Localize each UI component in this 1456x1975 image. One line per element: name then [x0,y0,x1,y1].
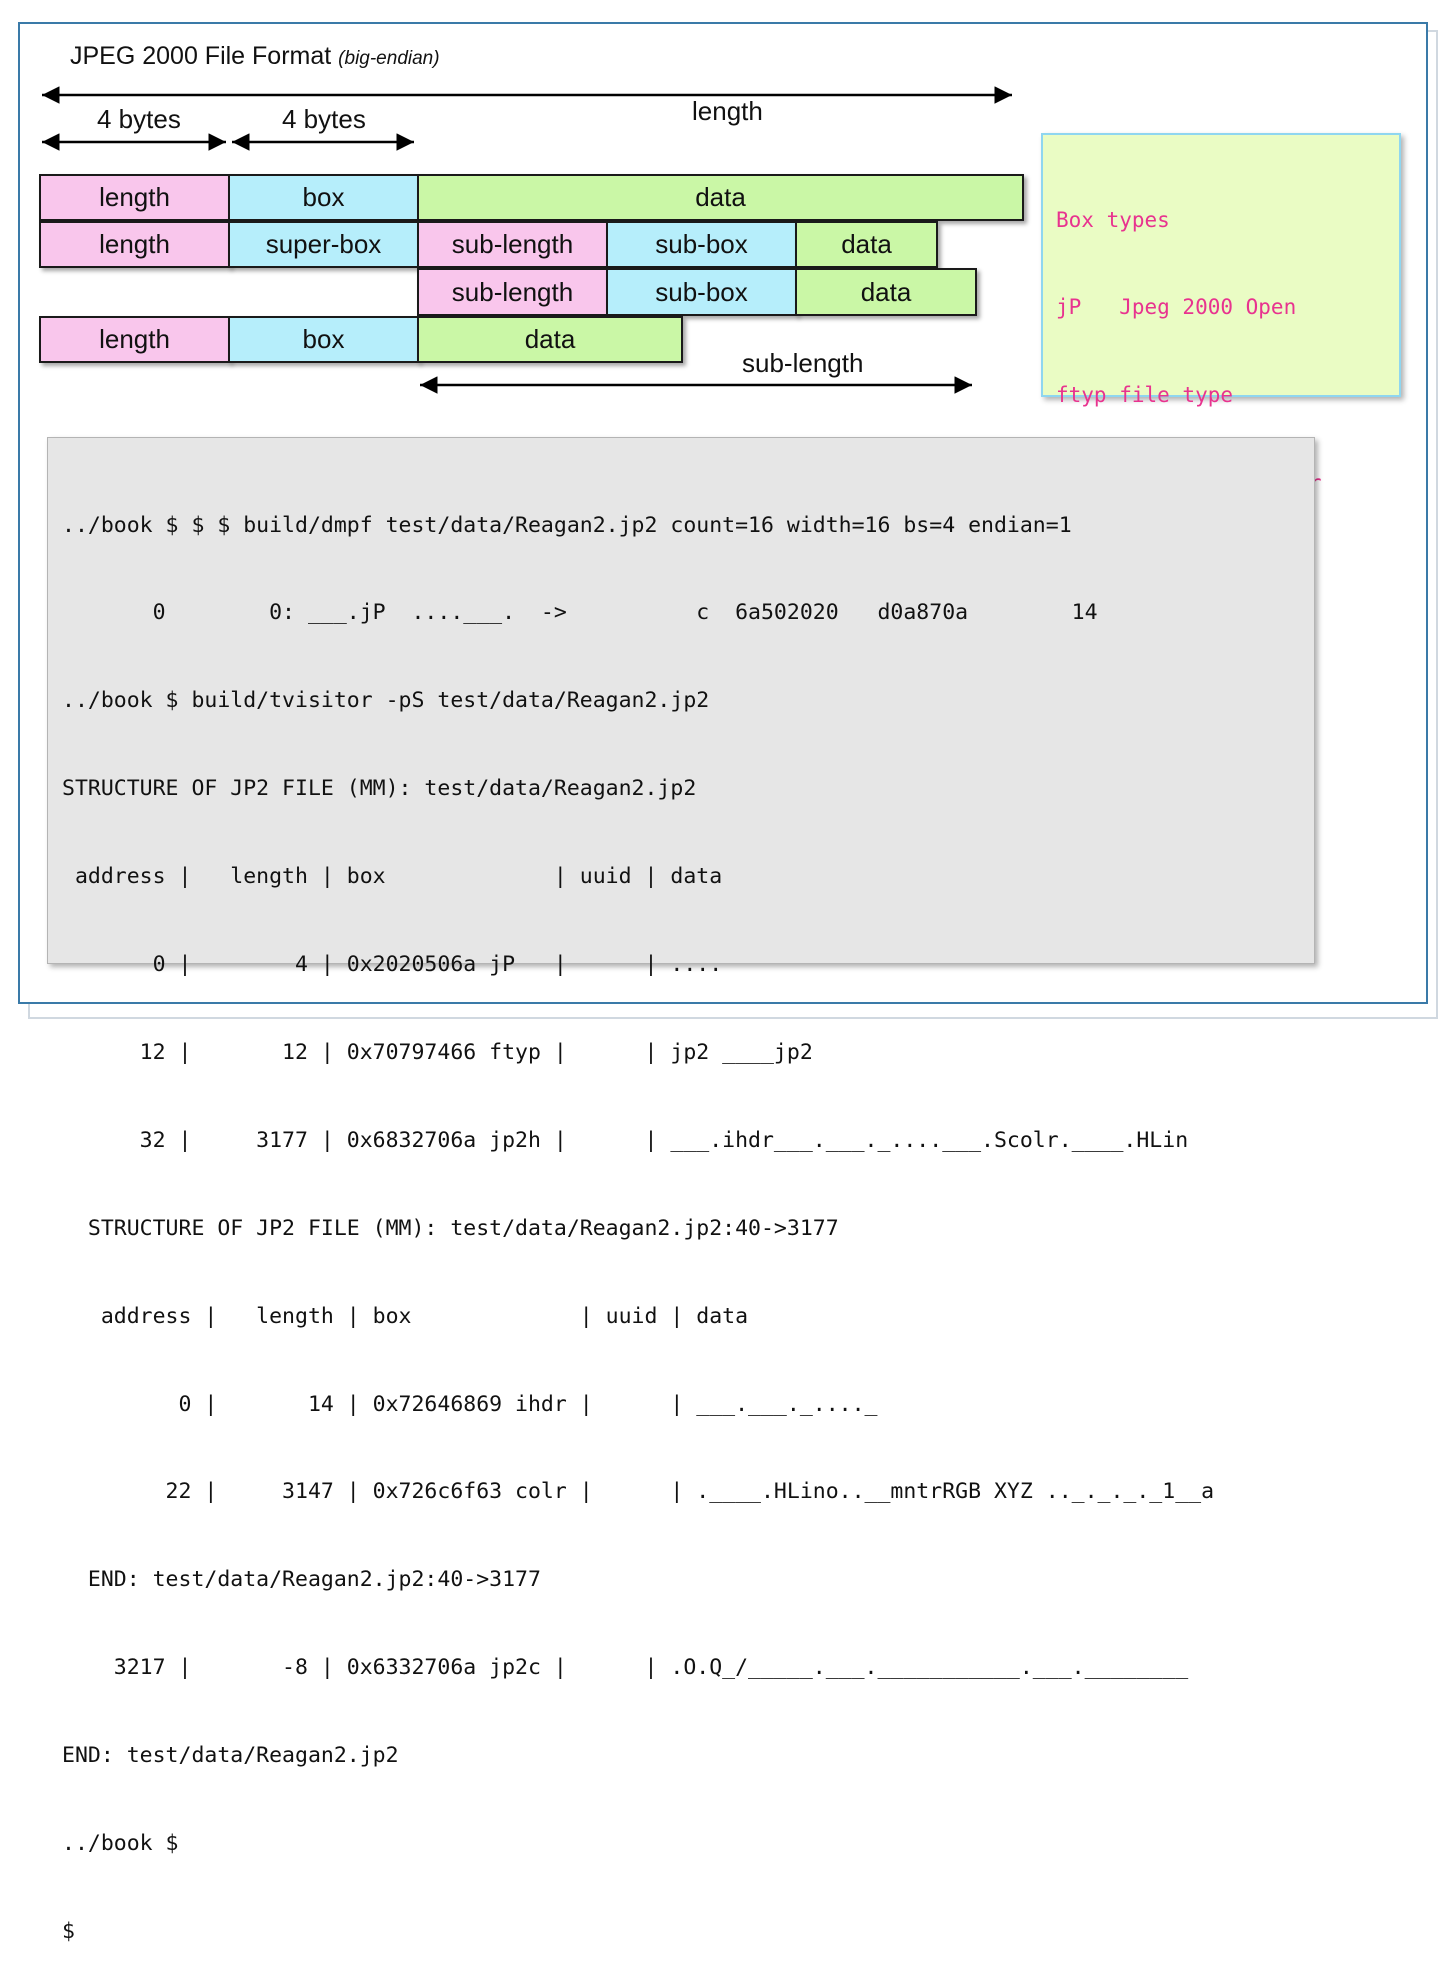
terminal-line: ../book $ [62,1830,179,1856]
row3-data-cell: data [795,268,977,316]
row4-data-cell: data [417,316,683,363]
terminal-output: ../book $ $ $ build/dmpf test/data/Reaga… [47,437,1315,1944]
terminal-line: 22 | 3147 | 0x726c6f63 colr | | .____.HL… [62,1479,1215,1505]
row3-sub-length-cell: sub-length [417,268,608,316]
terminal-line: END: test/data/Reagan2.jp2 [62,1743,399,1769]
row4-length-cell: length [39,316,230,363]
row2-sub-box-cell: sub-box [606,221,797,268]
length-label: length [692,96,763,126]
terminal-line: ../book $ build/tvisitor -pS test/data/R… [62,688,710,714]
terminal-line: 32 | 3177 | 0x6832706a jp2h | | ___.ihdr… [62,1127,1189,1153]
terminal-line: 0 | 4 | 0x2020506a jP | | .... [62,952,723,978]
legend-line: jP Jpeg 2000 Open [1056,295,1297,320]
terminal-line: 3217 | -8 | 0x6332706a jp2c | | .O.Q_/__… [62,1655,1189,1681]
legend-line: ftyp file type [1056,383,1234,408]
terminal-line: STRUCTURE OF JP2 FILE (MM): test/data/Re… [62,776,697,802]
sub-length-label: sub-length [742,348,864,378]
row1-length-cell: length [39,174,230,221]
four-bytes-label-2: 4 bytes [282,104,366,134]
terminal-line: 0 0: ___.jP ....___. -> c 6a502020 d0a87… [62,600,1098,626]
terminal-line: address | length | box | uuid | data [62,864,723,890]
row3-sub-box-cell: sub-box [606,268,797,316]
row2-length-cell: length [39,221,230,268]
terminal-line: address | length | box | uuid | data [62,1303,749,1329]
four-bytes-label-1: 4 bytes [97,104,181,134]
terminal-line: 0 | 14 | 0x72646869 ihdr | | ___.___._..… [62,1391,878,1417]
terminal-line: 12 | 12 | 0x70797466 ftyp | | jp2 ____jp… [62,1039,813,1065]
terminal-line: STRUCTURE OF JP2 FILE (MM): test/data/Re… [62,1215,839,1241]
row1-box-cell: box [228,174,419,221]
row1-data-cell: data [417,174,1024,221]
row2-sub-length-cell: sub-length [417,221,608,268]
row4-box-cell: box [228,316,419,363]
terminal-line: ../book $ $ $ build/dmpf test/data/Reaga… [62,512,1072,538]
box-types-legend: Box types jP Jpeg 2000 Open ftyp file ty… [1041,133,1401,847]
terminal-line: END: test/data/Reagan2.jp2:40->3177 [62,1567,541,1593]
legend-line: Box types [1056,207,1170,232]
row2-data-cell: data [795,221,938,268]
terminal-line: $ [62,1918,75,1944]
row2-super-box-cell: super-box [228,221,419,268]
